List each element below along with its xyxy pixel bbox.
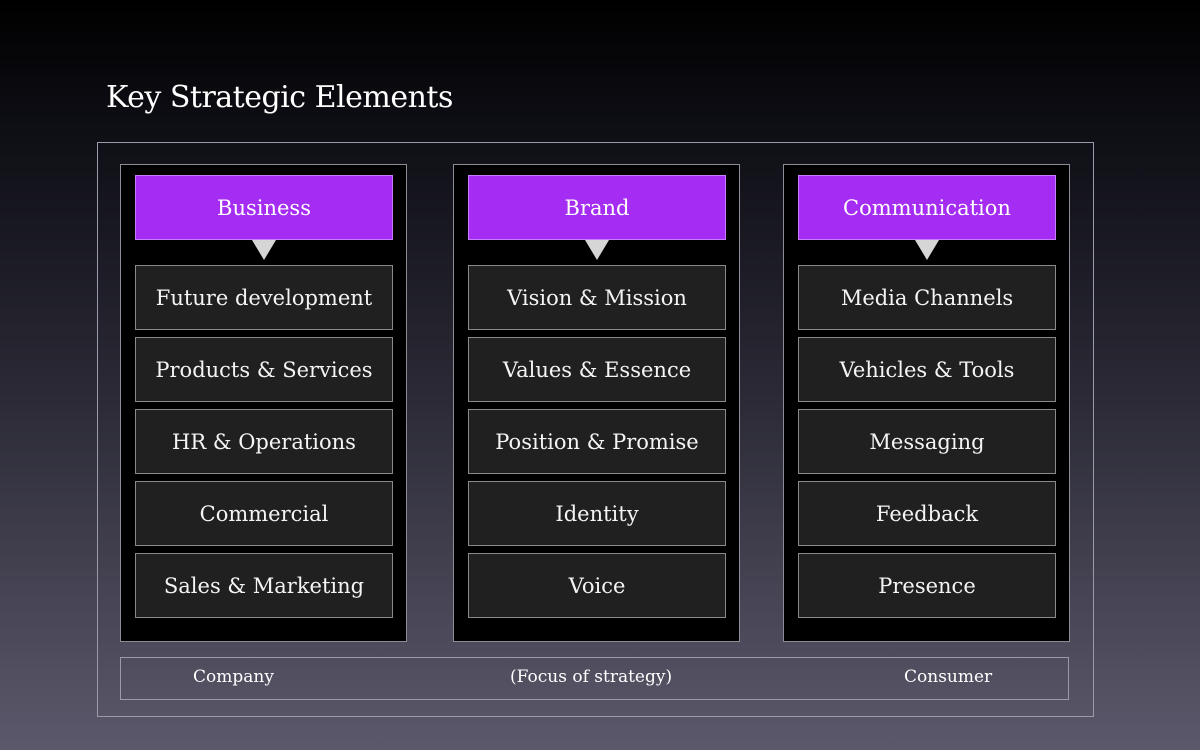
- element-box: Vision & Mission: [468, 265, 726, 330]
- element-box: Commercial: [135, 481, 393, 546]
- element-box: Sales & Marketing: [135, 553, 393, 618]
- element-box: Identity: [468, 481, 726, 546]
- column-header-business: Business: [135, 175, 393, 240]
- element-box: Feedback: [798, 481, 1056, 546]
- element-box: Messaging: [798, 409, 1056, 474]
- element-box: Position & Promise: [468, 409, 726, 474]
- column-communication: Communication Media Channels Vehicles & …: [783, 164, 1070, 642]
- column-brand: Brand Vision & Mission Values & Essence …: [453, 164, 740, 642]
- axis-label-consumer: Consumer: [904, 667, 993, 687]
- element-box: Media Channels: [798, 265, 1056, 330]
- element-box: Voice: [468, 553, 726, 618]
- slide-title: Key Strategic Elements: [106, 80, 453, 115]
- column-header-communication: Communication: [798, 175, 1056, 240]
- element-box: Vehicles & Tools: [798, 337, 1056, 402]
- down-triangle-icon: [915, 240, 939, 260]
- element-box: Values & Essence: [468, 337, 726, 402]
- element-box: HR & Operations: [135, 409, 393, 474]
- strategy-focus-axis: Company (Focus of strategy) Consumer: [120, 657, 1069, 700]
- down-triangle-icon: [252, 240, 276, 260]
- down-triangle-icon: [585, 240, 609, 260]
- axis-label-focus: (Focus of strategy): [510, 667, 673, 687]
- element-box: Presence: [798, 553, 1056, 618]
- column-business: Business Future development Products & S…: [120, 164, 407, 642]
- element-box: Products & Services: [135, 337, 393, 402]
- column-header-brand: Brand: [468, 175, 726, 240]
- element-box: Future development: [135, 265, 393, 330]
- axis-label-company: Company: [193, 667, 274, 687]
